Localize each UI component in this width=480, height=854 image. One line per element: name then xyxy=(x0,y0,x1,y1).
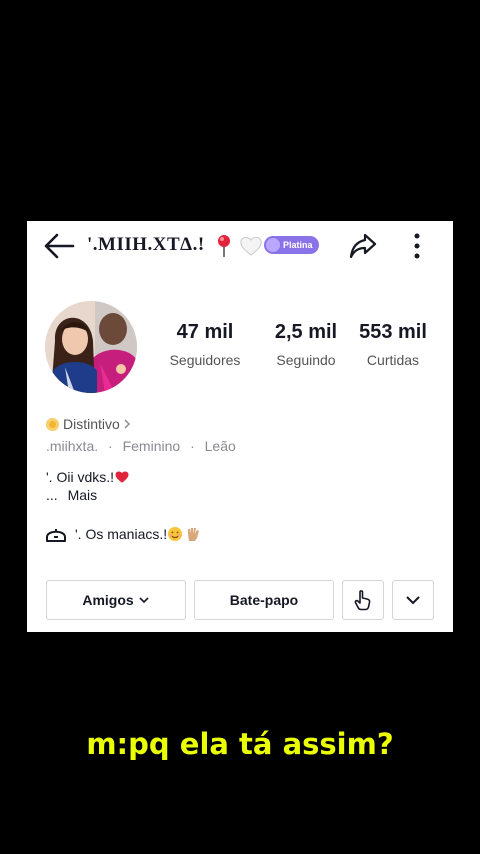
following-label: Seguindo xyxy=(276,352,336,368)
handle: .miihxta. xyxy=(46,438,99,454)
share-arrow-icon[interactable] xyxy=(348,231,378,261)
stat-followers[interactable]: 47 mil Seguidores xyxy=(157,321,253,368)
coin-icon xyxy=(46,417,59,431)
badge-label: Platina xyxy=(283,240,313,250)
bio-ellipsis: ... xyxy=(46,487,58,503)
chevron-down-icon xyxy=(139,597,149,604)
profile-title-text: '.MIIH.XTΔ.! xyxy=(87,234,205,255)
smiling-emoji-icon xyxy=(168,527,183,541)
chat-button[interactable]: Bate-papo xyxy=(194,580,334,620)
bio-line-1: '. Oii vdks.! xyxy=(46,469,130,485)
badge-icon xyxy=(266,238,280,252)
followers-label: Seguidores xyxy=(169,352,241,368)
pin-emoji-icon xyxy=(218,235,230,257)
group-icon xyxy=(46,529,66,542)
distintivo-label: Distintivo xyxy=(63,416,120,432)
profile-meta: .miihxta. · Feminino · Leão xyxy=(46,438,236,454)
hand-pointer-icon xyxy=(354,590,371,611)
stat-following[interactable]: 2,5 mil Seguindo xyxy=(261,321,351,368)
vulcan-hand-emoji-icon xyxy=(188,528,200,541)
video-caption: m:pq ela tá assim? xyxy=(86,727,394,761)
top-bar: '.MIIH.XTΔ.! Platina xyxy=(27,221,453,271)
zodiac-sign: Leão xyxy=(204,438,236,454)
profile-title: '.MIIH.XTΔ.! xyxy=(87,234,205,256)
chevron-down-icon xyxy=(406,596,420,605)
white-heart-emoji-icon xyxy=(240,237,262,256)
bio-line-2: ... Mais xyxy=(46,487,97,503)
more-vertical-icon[interactable] xyxy=(407,231,427,261)
chevron-right-icon xyxy=(124,419,130,429)
back-arrow-icon[interactable] xyxy=(43,231,77,261)
expand-button[interactable] xyxy=(392,580,434,620)
distintivo-link[interactable]: Distintivo xyxy=(46,416,132,432)
bio-text: '. Oii vdks.! xyxy=(46,469,115,485)
red-heart-emoji-icon xyxy=(115,471,129,483)
stat-likes: 553 mil Curtidas xyxy=(347,321,439,368)
avatar-image xyxy=(45,301,137,393)
gender: Feminino xyxy=(122,438,181,454)
likes-count: 553 mil xyxy=(359,321,427,343)
following-count: 2,5 mil xyxy=(274,321,338,343)
likes-label: Curtidas xyxy=(366,352,420,368)
followers-count: 47 mil xyxy=(176,321,234,343)
bio-more-link[interactable]: Mais xyxy=(68,487,98,503)
group-link[interactable]: '. Os maniacs.! xyxy=(45,525,201,543)
profile-card: '.MIIH.XTΔ.! Platina 47 mil Seguidores 2… xyxy=(27,221,453,632)
chat-label: Bate-papo xyxy=(229,592,299,608)
group-name: '. Os maniacs.! xyxy=(75,526,168,542)
avatar[interactable] xyxy=(45,301,137,393)
platina-badge: Platina xyxy=(264,236,319,254)
friends-label: Amigos xyxy=(82,592,134,608)
profile-stats: 47 mil Seguidores 2,5 mil Seguindo 553 m… xyxy=(157,321,447,381)
friends-button[interactable]: Amigos xyxy=(46,580,186,620)
poke-button[interactable] xyxy=(342,580,384,620)
